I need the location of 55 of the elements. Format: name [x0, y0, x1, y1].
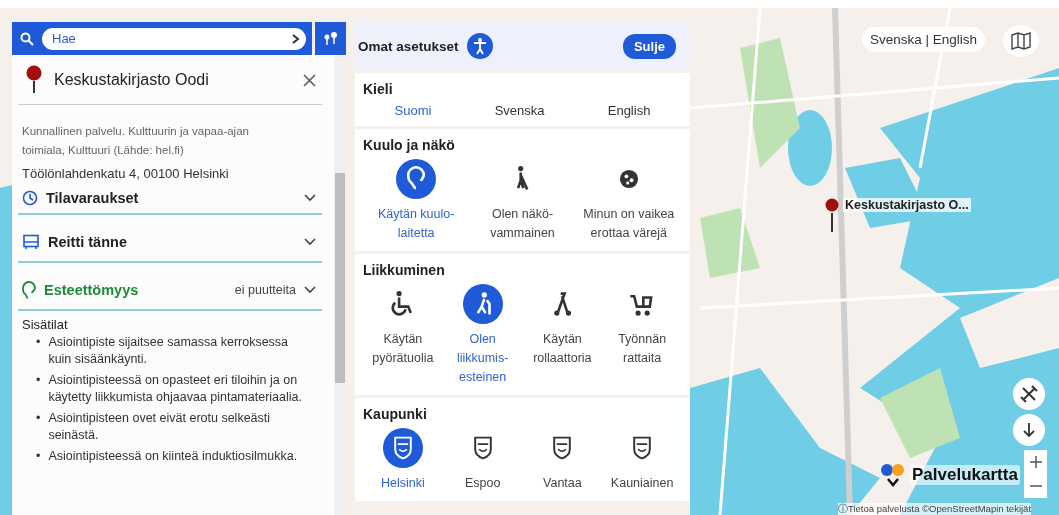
section-title: Kuulo ja näkö [363, 137, 456, 153]
language-links[interactable]: Svenska | English [861, 27, 985, 52]
chevron-icon [304, 286, 316, 294]
person-icon [466, 33, 493, 59]
settings-title: Omat asetukset [358, 38, 459, 54]
close-button[interactable]: Sulje [622, 33, 676, 59]
pins-button[interactable] [315, 22, 346, 55]
setting-option[interactable]: Käytän pyörätuolia [363, 282, 443, 389]
map-marker-icon [825, 198, 839, 232]
setting-option[interactable]: Käytän kuulo-laitetta [366, 157, 467, 245]
setting-option[interactable]: Minun on vaikea erottaa värejä [578, 157, 679, 245]
attribution-text[interactable]: ⓘTietoa palvelusta ©OpenStreetMapin tekijät [838, 503, 1032, 515]
language-option[interactable]: English [599, 101, 659, 120]
walker-icon [462, 284, 503, 324]
subsection-heading: Sisätilat [22, 317, 69, 332]
setting-option[interactable]: Kauniainen [602, 426, 682, 495]
setting-option[interactable]: Työnnän rattaita [602, 282, 682, 389]
accessibility-item: Asiointipisteessä on opasteet eri tiloihin ja on käytetty liikkumista ohjaavaa pintamateriaalia. [48, 372, 303, 406]
setting-option[interactable]: Helsinki [363, 426, 443, 495]
ear-icon [396, 159, 437, 199]
search-box[interactable]: Hae [42, 27, 306, 50]
place-description: Kunnallinen palvelu. Kulttuurin ja vapaa-ajan toimiala, Kulttuuri (Lähde: hel.fi) [22, 124, 250, 158]
bullet: • [36, 372, 41, 389]
accessibility-item: Asiointipiste sijaitsee samassa kerroksessa kuin sisäänkäynti. [48, 334, 290, 368]
setting-option[interactable]: Olen liikkumis-esteinen [442, 282, 523, 389]
language-option[interactable]: Svenska [486, 101, 553, 120]
shield-icon [382, 428, 423, 468]
chevron-icon [304, 194, 316, 202]
accessibility-item: Asiointipisteessä on kiinteä induktiosilmukka. [48, 448, 298, 465]
clock-icon [22, 190, 38, 206]
logo-icon [880, 462, 906, 488]
search-icon [20, 31, 34, 46]
place-address: Töölönlahdenkatu 4, 00100 Helsinki [22, 166, 230, 181]
ear-icon [22, 281, 36, 299]
logo-text: Palvelukartta [910, 465, 1020, 485]
map-marker-icon [26, 65, 42, 95]
chevron-right-icon [292, 33, 300, 44]
setting-option[interactable]: Olen näkö-vammainen [472, 157, 573, 245]
section-title: Liikkuminen [363, 262, 446, 278]
section-title: Kaupunki [363, 406, 428, 422]
setting-option[interactable]: Vantaa [522, 426, 603, 495]
bullet: • [36, 334, 41, 351]
language-option[interactable]: Suomi [386, 101, 440, 120]
pins-icon [322, 30, 339, 47]
setting-option[interactable]: Espoo [442, 426, 523, 495]
place-title: Keskustakirjasto Oodi [54, 71, 210, 89]
setting-option[interactable]: Käytän rollaattoria [522, 282, 603, 389]
bullet: • [36, 448, 41, 465]
chevron-icon [304, 238, 316, 246]
bullet: • [36, 410, 41, 427]
section-title: Kieli [363, 81, 394, 97]
accessibility-item: Asiointipisteen ovet eivät erotu selkeästi seinästä. [48, 410, 272, 444]
scrollbar[interactable] [334, 55, 346, 515]
marker-label: Keskustakirjasto O... [843, 198, 971, 212]
bus-icon [22, 234, 40, 250]
